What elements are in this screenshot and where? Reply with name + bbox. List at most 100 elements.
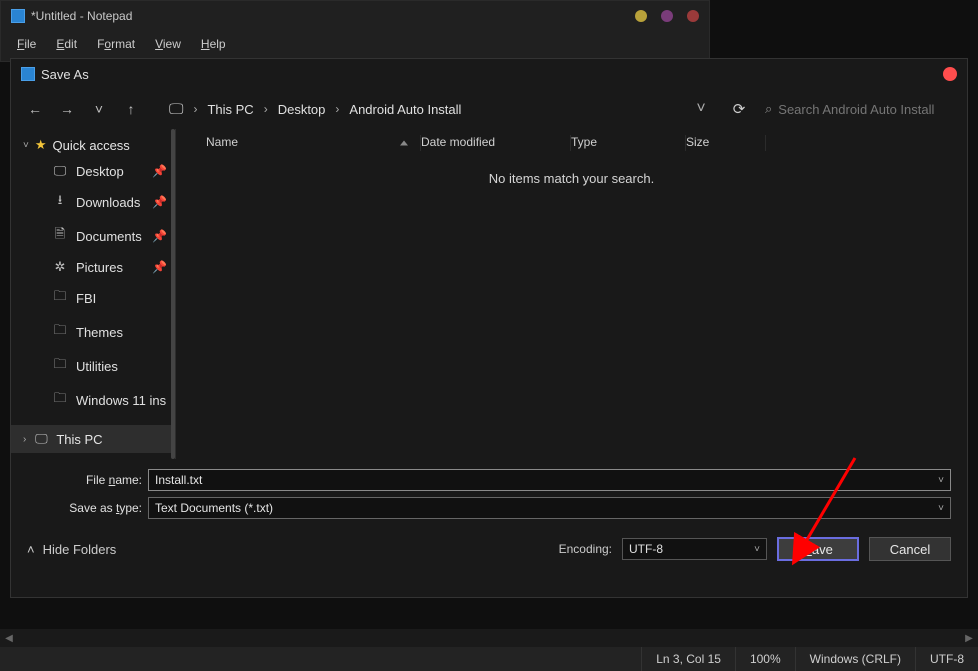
maximize-button[interactable] bbox=[661, 10, 673, 22]
sidebar: ˅ ★ Quick access 🖵 Desktop 📌 ⭳ Downloads… bbox=[11, 129, 176, 459]
scroll-right-icon[interactable]: ▶ bbox=[962, 633, 976, 644]
sidebar-item-documents[interactable]: 🗎 Documents 📌 bbox=[11, 219, 175, 253]
status-encoding: UTF-8 bbox=[915, 647, 978, 671]
sidebar-item-label: Pictures bbox=[76, 260, 123, 275]
empty-message: No items match your search. bbox=[176, 157, 967, 186]
sidebar-item-label: Documents bbox=[76, 229, 142, 244]
sidebar-quick-access[interactable]: ˅ ★ Quick access bbox=[11, 133, 175, 157]
pin-icon: 📌 bbox=[152, 229, 167, 243]
file-name-input[interactable]: ˅ bbox=[148, 469, 951, 491]
documents-icon: 🗎 bbox=[53, 225, 67, 247]
sidebar-item-windows11[interactable]: 🗀 Windows 11 ins bbox=[11, 383, 175, 417]
sidebar-item-label: Themes bbox=[76, 325, 123, 340]
nav-recent-button[interactable]: ˅ bbox=[85, 95, 113, 123]
sidebar-scrollbar[interactable] bbox=[171, 129, 175, 459]
sidebar-item-pictures[interactable]: ✲ Pictures 📌 bbox=[11, 253, 175, 281]
menu-help[interactable]: Help bbox=[193, 35, 234, 53]
status-cursor: Ln 3, Col 15 bbox=[641, 647, 735, 671]
hide-folders-button[interactable]: ˄ Hide Folders bbox=[27, 542, 116, 557]
desktop-icon: 🖵 bbox=[53, 163, 67, 179]
notepad-title-text: *Untitled - Notepad bbox=[31, 9, 132, 23]
notepad-app-icon bbox=[11, 9, 25, 23]
folder-icon: 🗀 bbox=[53, 389, 67, 411]
hide-folders-label: Hide Folders bbox=[43, 542, 117, 557]
save-button[interactable]: Save bbox=[777, 537, 859, 561]
refresh-button[interactable]: ⟳ bbox=[725, 100, 753, 118]
encoding-label: Encoding: bbox=[559, 542, 612, 556]
menu-view[interactable]: View bbox=[147, 35, 189, 53]
encoding-value: UTF-8 bbox=[629, 542, 663, 556]
dialog-title-text: Save As bbox=[41, 67, 89, 82]
dialog-app-icon bbox=[21, 67, 35, 81]
chevron-down-icon[interactable]: ˅ bbox=[748, 544, 760, 555]
encoding-select[interactable]: UTF-8 ˅ bbox=[622, 538, 767, 560]
chevron-up-icon: ˄ bbox=[27, 542, 35, 557]
breadcrumb-dropdown[interactable]: ˅ bbox=[687, 100, 715, 118]
folder-icon: 🗀 bbox=[53, 321, 67, 343]
this-pc-icon: 🖵 bbox=[34, 431, 48, 447]
sidebar-item-this-pc[interactable]: › 🖵 This PC bbox=[11, 425, 175, 453]
pin-icon: 📌 bbox=[152, 195, 167, 209]
crumb-this-pc[interactable]: This PC bbox=[205, 100, 255, 119]
bottom-bar: ˄ Hide Folders Encoding: UTF-8 ˅ Save Ca… bbox=[11, 523, 967, 575]
chevron-down-icon: ˅ bbox=[23, 140, 29, 151]
chevron-down-icon[interactable]: ˅ bbox=[932, 503, 944, 514]
column-type[interactable]: Type bbox=[571, 135, 686, 151]
scroll-left-icon[interactable]: ◀ bbox=[2, 633, 16, 644]
sidebar-item-label: Downloads bbox=[76, 195, 140, 210]
file-name-label: File name: bbox=[27, 473, 142, 487]
chevron-right-icon: › bbox=[333, 102, 341, 116]
column-name[interactable]: Name bbox=[176, 135, 421, 151]
notepad-menubar: File Edit Format View Help bbox=[1, 31, 709, 57]
sidebar-item-themes[interactable]: 🗀 Themes bbox=[11, 315, 175, 349]
sidebar-item-utilities[interactable]: 🗀 Utilities bbox=[11, 349, 175, 383]
downloads-icon: ⭳ bbox=[53, 191, 67, 213]
nav-row: ← → ˅ ↑ 🖵 › This PC › Desktop › Android … bbox=[11, 89, 967, 129]
folder-icon: 🗀 bbox=[53, 287, 67, 309]
save-button-label: ave bbox=[812, 542, 833, 557]
menu-file[interactable]: File bbox=[9, 35, 44, 53]
search-icon: ⌕ bbox=[765, 101, 772, 117]
sidebar-item-desktop[interactable]: 🖵 Desktop 📌 bbox=[11, 157, 175, 185]
sidebar-item-label: Windows 11 ins bbox=[76, 393, 166, 408]
status-zoom: 100% bbox=[735, 647, 795, 671]
crumb-desktop[interactable]: Desktop bbox=[276, 100, 328, 119]
sidebar-item-downloads[interactable]: ⭳ Downloads 📌 bbox=[11, 185, 175, 219]
column-date[interactable]: Date modified bbox=[421, 135, 571, 151]
file-list: Name Date modified Type Size No items ma… bbox=[176, 129, 967, 459]
search-input[interactable] bbox=[778, 102, 949, 117]
nav-up-button[interactable]: ↑ bbox=[117, 95, 145, 123]
save-as-dialog: Save As ← → ˅ ↑ 🖵 › This PC › Desktop › … bbox=[10, 58, 968, 598]
close-button[interactable] bbox=[687, 10, 699, 22]
column-headers[interactable]: Name Date modified Type Size bbox=[176, 129, 967, 157]
minimize-button[interactable] bbox=[635, 10, 647, 22]
search-box[interactable]: ⌕ bbox=[757, 95, 957, 123]
nav-forward-button[interactable]: → bbox=[53, 95, 81, 123]
dialog-close-button[interactable] bbox=[943, 67, 957, 81]
save-as-type-value: Text Documents (*.txt) bbox=[155, 501, 273, 515]
menu-edit[interactable]: Edit bbox=[48, 35, 85, 53]
dialog-titlebar[interactable]: Save As bbox=[11, 59, 967, 89]
chevron-down-icon[interactable]: ˅ bbox=[932, 475, 944, 486]
nav-back-button[interactable]: ← bbox=[21, 95, 49, 123]
column-size[interactable]: Size bbox=[686, 135, 766, 151]
crumb-current-folder[interactable]: Android Auto Install bbox=[347, 100, 463, 119]
pictures-icon: ✲ bbox=[53, 259, 67, 275]
chevron-right-icon: › bbox=[191, 102, 199, 116]
sidebar-item-label: FBI bbox=[76, 291, 96, 306]
sidebar-item-fbi[interactable]: 🗀 FBI bbox=[11, 281, 175, 315]
breadcrumb-root-icon[interactable]: 🖵 bbox=[169, 101, 183, 118]
file-name-field[interactable] bbox=[155, 473, 932, 487]
sidebar-item-label: Utilities bbox=[76, 359, 118, 374]
horizontal-scrollbar[interactable]: ◀ ▶ bbox=[0, 629, 978, 647]
cancel-button[interactable]: Cancel bbox=[869, 537, 951, 561]
menu-format[interactable]: Format bbox=[89, 35, 143, 53]
pin-icon: 📌 bbox=[152, 164, 167, 178]
folder-icon: 🗀 bbox=[53, 355, 67, 377]
notepad-titlebar[interactable]: *Untitled - Notepad bbox=[1, 1, 709, 31]
notepad-window: *Untitled - Notepad File Edit Format Vie… bbox=[0, 0, 710, 62]
breadcrumb[interactable]: 🖵 › This PC › Desktop › Android Auto Ins… bbox=[169, 100, 683, 119]
bottom-fields: File name: ˅ Save as type: Text Document… bbox=[11, 459, 967, 523]
save-as-type-select[interactable]: Text Documents (*.txt) ˅ bbox=[148, 497, 951, 519]
star-icon: ★ bbox=[35, 137, 47, 153]
